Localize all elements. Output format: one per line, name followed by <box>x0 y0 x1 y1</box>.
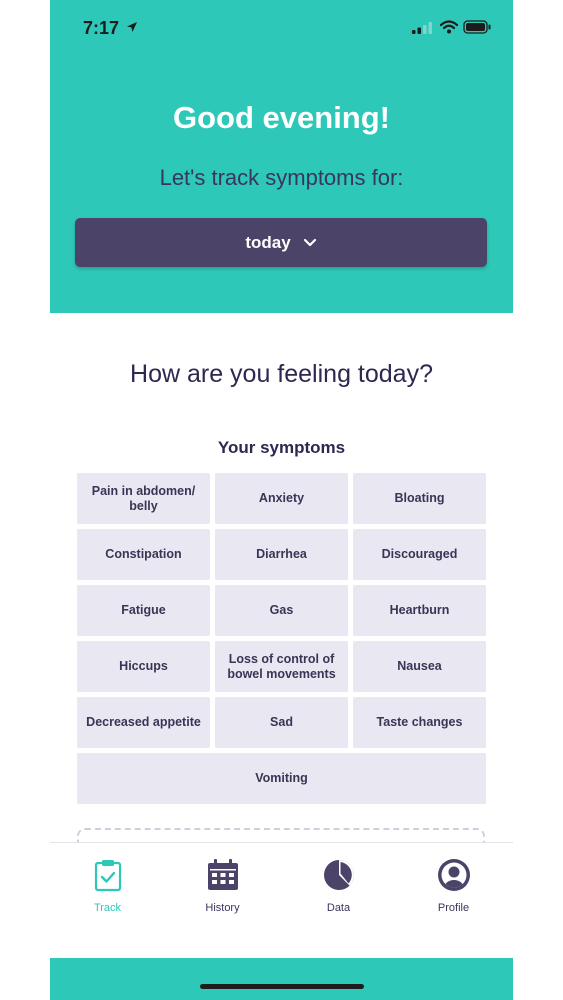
feeling-question: How are you feeling today? <box>130 360 433 388</box>
tab-data[interactable]: Data <box>281 843 396 959</box>
symptom-chip-sad[interactable]: Sad <box>215 697 348 748</box>
wifi-icon <box>440 20 458 34</box>
tab-track[interactable]: Track <box>50 843 165 959</box>
symptom-chip-constipation[interactable]: Constipation <box>77 529 210 580</box>
track-prompt: Let's track symptoms for: <box>159 165 404 190</box>
clipboard-check-icon <box>94 860 121 892</box>
tab-profile-label: Profile <box>437 902 470 914</box>
tab-history-label: History <box>205 902 240 914</box>
status-time: 7:17 <box>83 18 120 38</box>
symptom-chip-gas[interactable]: Gas <box>215 585 348 636</box>
tab-profile[interactable]: Profile <box>396 843 511 959</box>
location-arrow-icon <box>127 22 137 32</box>
date-selector-label: today <box>245 232 291 252</box>
battery-icon <box>463 20 491 34</box>
symptom-chip-diarrhea[interactable]: Diarrhea <box>215 529 348 580</box>
tab-history[interactable]: History <box>165 843 280 959</box>
symptom-chip-discouraged[interactable]: Discouraged <box>353 529 486 580</box>
user-icon <box>437 859 470 891</box>
symptom-chip-anxiety[interactable]: Anxiety <box>215 473 348 524</box>
symptom-chip-decreased-appetite[interactable]: Decreased appetite <box>77 697 210 748</box>
signal-icon <box>412 22 432 34</box>
chevron-down-icon <box>303 238 316 246</box>
calendar-icon <box>207 859 238 890</box>
symptoms-heading: Your symptoms <box>217 438 346 457</box>
bottom-bar <box>50 958 513 1000</box>
symptom-chip-pain-abdomen[interactable]: Pain in abdomen/ belly <box>77 473 210 524</box>
greeting-title: Good evening! <box>173 100 390 135</box>
symptom-chip-taste-changes[interactable]: Taste changes <box>353 697 486 748</box>
symptom-chip-nausea[interactable]: Nausea <box>353 641 486 692</box>
tab-track-label: Track <box>93 902 122 914</box>
symptom-chip-vomiting[interactable]: Vomiting <box>77 753 486 804</box>
symptom-chip-bloating[interactable]: Bloating <box>353 473 486 524</box>
header-section: 7:17 Good evening! Let's track symptoms … <box>50 0 513 313</box>
symptom-grid: Pain in abdomen/ belly Anxiety Bloating … <box>77 473 486 804</box>
pie-chart-icon <box>323 860 354 890</box>
tab-bar: Track History Data Profile <box>50 842 513 959</box>
symptom-chip-bowel-control[interactable]: Loss of control of bowel movements <box>215 641 348 692</box>
app-screen: 7:17 Good evening! Let's track symptoms … <box>50 0 513 1000</box>
tab-data-label: Data <box>326 902 351 914</box>
date-selector-button[interactable]: today <box>75 218 487 267</box>
status-bar: 7:17 <box>50 0 513 56</box>
symptom-chip-heartburn[interactable]: Heartburn <box>353 585 486 636</box>
home-indicator[interactable] <box>200 984 364 989</box>
symptom-chip-fatigue[interactable]: Fatigue <box>77 585 210 636</box>
symptom-chip-hiccups[interactable]: Hiccups <box>77 641 210 692</box>
